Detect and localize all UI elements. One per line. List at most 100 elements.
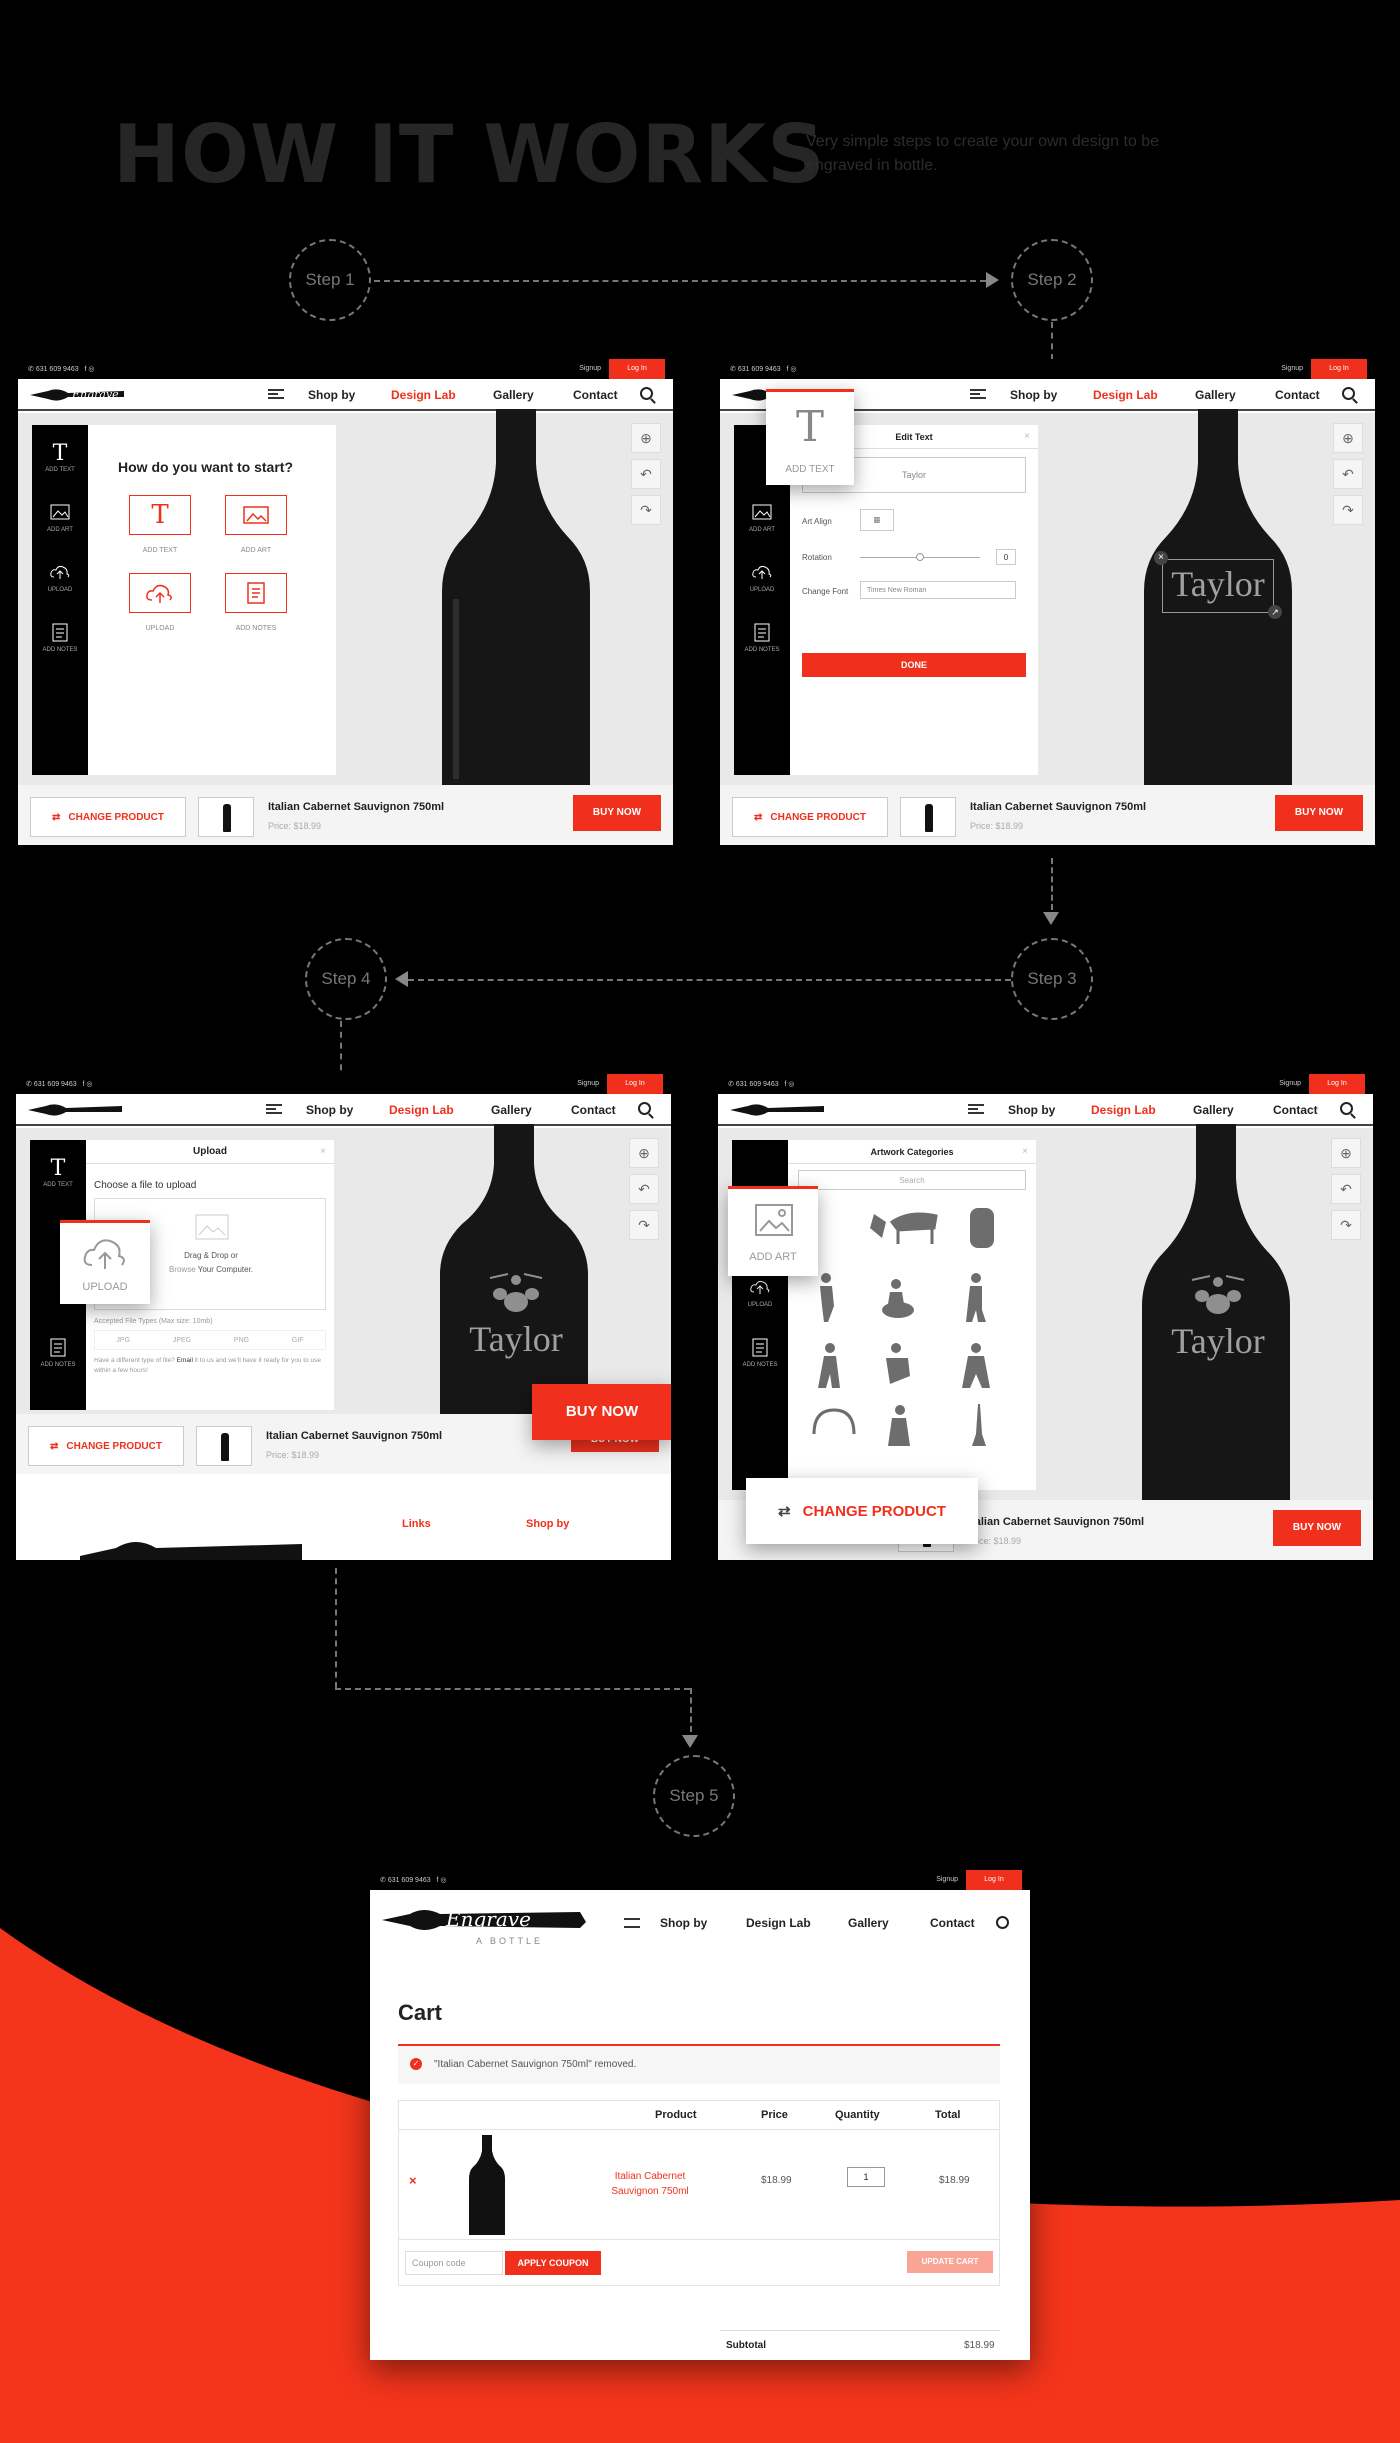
- menu-icon[interactable]: [624, 1918, 640, 1928]
- done-button[interactable]: DONE: [802, 653, 1026, 677]
- nav-shop-by[interactable]: Shop by: [660, 1916, 707, 1930]
- nav-contact[interactable]: Contact: [930, 1916, 975, 1930]
- change-product-button[interactable]: ⇄ CHANGE PRODUCT: [28, 1426, 184, 1466]
- option-add-art[interactable]: [225, 495, 287, 535]
- redo-icon[interactable]: ↷: [1333, 495, 1363, 525]
- zoom-icon[interactable]: ⊕: [1331, 1138, 1361, 1168]
- search-icon[interactable]: [1340, 1102, 1353, 1115]
- nav-contact[interactable]: Contact: [1273, 1103, 1318, 1117]
- nav-design-lab[interactable]: Design Lab: [389, 1103, 454, 1117]
- undo-icon[interactable]: ↶: [1331, 1174, 1361, 1204]
- option-add-text[interactable]: T: [129, 495, 191, 535]
- sidebar-add-notes[interactable]: ADD NOTES: [732, 1336, 788, 1368]
- option-add-notes[interactable]: [225, 573, 287, 613]
- search-icon[interactable]: [640, 387, 653, 400]
- nav-gallery[interactable]: Gallery: [1193, 1103, 1234, 1117]
- menu-icon[interactable]: [268, 389, 284, 399]
- nav-design-lab[interactable]: Design Lab: [1093, 388, 1158, 402]
- change-product-button[interactable]: ⇄ CHANGE PRODUCT: [732, 797, 888, 837]
- close-icon[interactable]: ×: [320, 1146, 326, 1157]
- nav-gallery[interactable]: Gallery: [493, 388, 534, 402]
- nav-shop-by[interactable]: Shop by: [306, 1103, 353, 1117]
- close-icon[interactable]: ×: [1022, 1146, 1028, 1157]
- nav-gallery[interactable]: Gallery: [1195, 388, 1236, 402]
- sidebar-add-notes[interactable]: ADD NOTES: [734, 621, 790, 653]
- close-icon[interactable]: ×: [1024, 431, 1030, 442]
- buy-now-large-button[interactable]: BUY NOW: [532, 1384, 671, 1440]
- resize-handle-icon[interactable]: ↗: [1268, 605, 1282, 619]
- nav-shop-by[interactable]: Shop by: [1010, 388, 1057, 402]
- login-button[interactable]: Log In: [966, 1870, 1022, 1890]
- align-center-icon[interactable]: ≡: [860, 509, 894, 531]
- apply-coupon-button[interactable]: APPLY COUPON: [505, 2251, 601, 2275]
- buy-now-button[interactable]: BUY NOW: [573, 795, 661, 831]
- update-cart-button[interactable]: UPDATE CART: [907, 2251, 993, 2273]
- buy-now-button[interactable]: BUY NOW: [1275, 795, 1363, 831]
- buy-now-button[interactable]: BUY NOW: [1273, 1510, 1361, 1546]
- signup-link[interactable]: Signup: [1279, 1080, 1301, 1087]
- change-product-large-button[interactable]: ⇄ CHANGE PRODUCT: [746, 1478, 978, 1544]
- nav-design-lab[interactable]: Design Lab: [746, 1916, 811, 1930]
- search-icon[interactable]: [996, 1916, 1009, 1929]
- cart-product-link[interactable]: Italian Cabernet Sauvignon 750ml: [595, 2169, 705, 2199]
- nav-contact[interactable]: Contact: [571, 1103, 616, 1117]
- signup-link[interactable]: Signup: [577, 1080, 599, 1087]
- font-select[interactable]: Times New Roman: [860, 581, 1016, 599]
- zoom-icon[interactable]: ⊕: [1333, 423, 1363, 453]
- search-icon[interactable]: [638, 1102, 651, 1115]
- login-button[interactable]: Log In: [607, 1074, 663, 1094]
- delete-handle-icon[interactable]: ×: [1154, 551, 1168, 565]
- sidebar-upload[interactable]: UPLOAD: [734, 561, 790, 593]
- undo-icon[interactable]: ↶: [629, 1174, 659, 1204]
- art-search-input[interactable]: Search: [798, 1170, 1026, 1190]
- nav-gallery[interactable]: Gallery: [491, 1103, 532, 1117]
- menu-icon[interactable]: [266, 1104, 282, 1114]
- redo-icon[interactable]: ↷: [631, 495, 661, 525]
- quantity-input[interactable]: 1: [847, 2167, 885, 2187]
- signup-link[interactable]: Signup: [579, 365, 601, 372]
- upload-icon: [750, 1280, 770, 1294]
- browse-link[interactable]: Browse: [169, 1265, 196, 1274]
- sidebar-add-notes[interactable]: ADD NOTES: [30, 1336, 86, 1368]
- nav-contact[interactable]: Contact: [1275, 388, 1320, 402]
- change-product-button[interactable]: ⇄ CHANGE PRODUCT: [30, 797, 186, 837]
- redo-icon[interactable]: ↷: [1331, 1210, 1361, 1240]
- option-upload[interactable]: [129, 573, 191, 613]
- add-text-popout[interactable]: T ADD TEXT: [766, 389, 854, 485]
- login-button[interactable]: Log In: [1309, 1074, 1365, 1094]
- undo-icon[interactable]: ↶: [1333, 459, 1363, 489]
- menu-icon[interactable]: [968, 1104, 984, 1114]
- guitar-art: [972, 1404, 986, 1446]
- undo-icon[interactable]: ↶: [631, 459, 661, 489]
- signup-link[interactable]: Signup: [1281, 365, 1303, 372]
- login-button[interactable]: Log In: [609, 359, 665, 379]
- sidebar-upload[interactable]: UPLOAD: [732, 1276, 788, 1308]
- nav-gallery[interactable]: Gallery: [848, 1916, 889, 1930]
- sidebar-add-art[interactable]: ADD ART: [734, 501, 790, 533]
- login-button[interactable]: Log In: [1311, 359, 1367, 379]
- nav-design-lab[interactable]: Design Lab: [391, 388, 456, 402]
- remove-item-icon[interactable]: ×: [409, 2173, 417, 2188]
- top-bar: ✆ 631 609 9463 f ◎ Signup Log In: [18, 359, 673, 379]
- redo-icon[interactable]: ↷: [629, 1210, 659, 1240]
- zoom-icon[interactable]: ⊕: [629, 1138, 659, 1168]
- nav-design-lab[interactable]: Design Lab: [1091, 1103, 1156, 1117]
- signup-link[interactable]: Signup: [936, 1876, 958, 1883]
- nav-contact[interactable]: Contact: [573, 388, 618, 402]
- nav-shop-by[interactable]: Shop by: [308, 388, 355, 402]
- nav-shop-by[interactable]: Shop by: [1008, 1103, 1055, 1117]
- search-icon[interactable]: [1342, 387, 1355, 400]
- sidebar-add-text[interactable]: T ADD TEXT: [30, 1156, 86, 1188]
- sidebar-upload[interactable]: UPLOAD: [32, 561, 88, 593]
- slider-handle[interactable]: [916, 553, 924, 561]
- upload-popout[interactable]: UPLOAD: [60, 1220, 150, 1304]
- sidebar-add-art[interactable]: ADD ART: [32, 501, 88, 533]
- sidebar-add-notes[interactable]: ADD NOTES: [32, 621, 88, 653]
- email-link[interactable]: Email: [177, 1357, 193, 1364]
- add-art-popout[interactable]: ADD ART: [728, 1186, 818, 1276]
- menu-icon[interactable]: [970, 389, 986, 399]
- rotation-input[interactable]: 0: [996, 549, 1016, 565]
- zoom-icon[interactable]: ⊕: [631, 423, 661, 453]
- coupon-input[interactable]: Coupon code: [405, 2251, 503, 2275]
- sidebar-add-text[interactable]: T ADD TEXT: [32, 441, 88, 473]
